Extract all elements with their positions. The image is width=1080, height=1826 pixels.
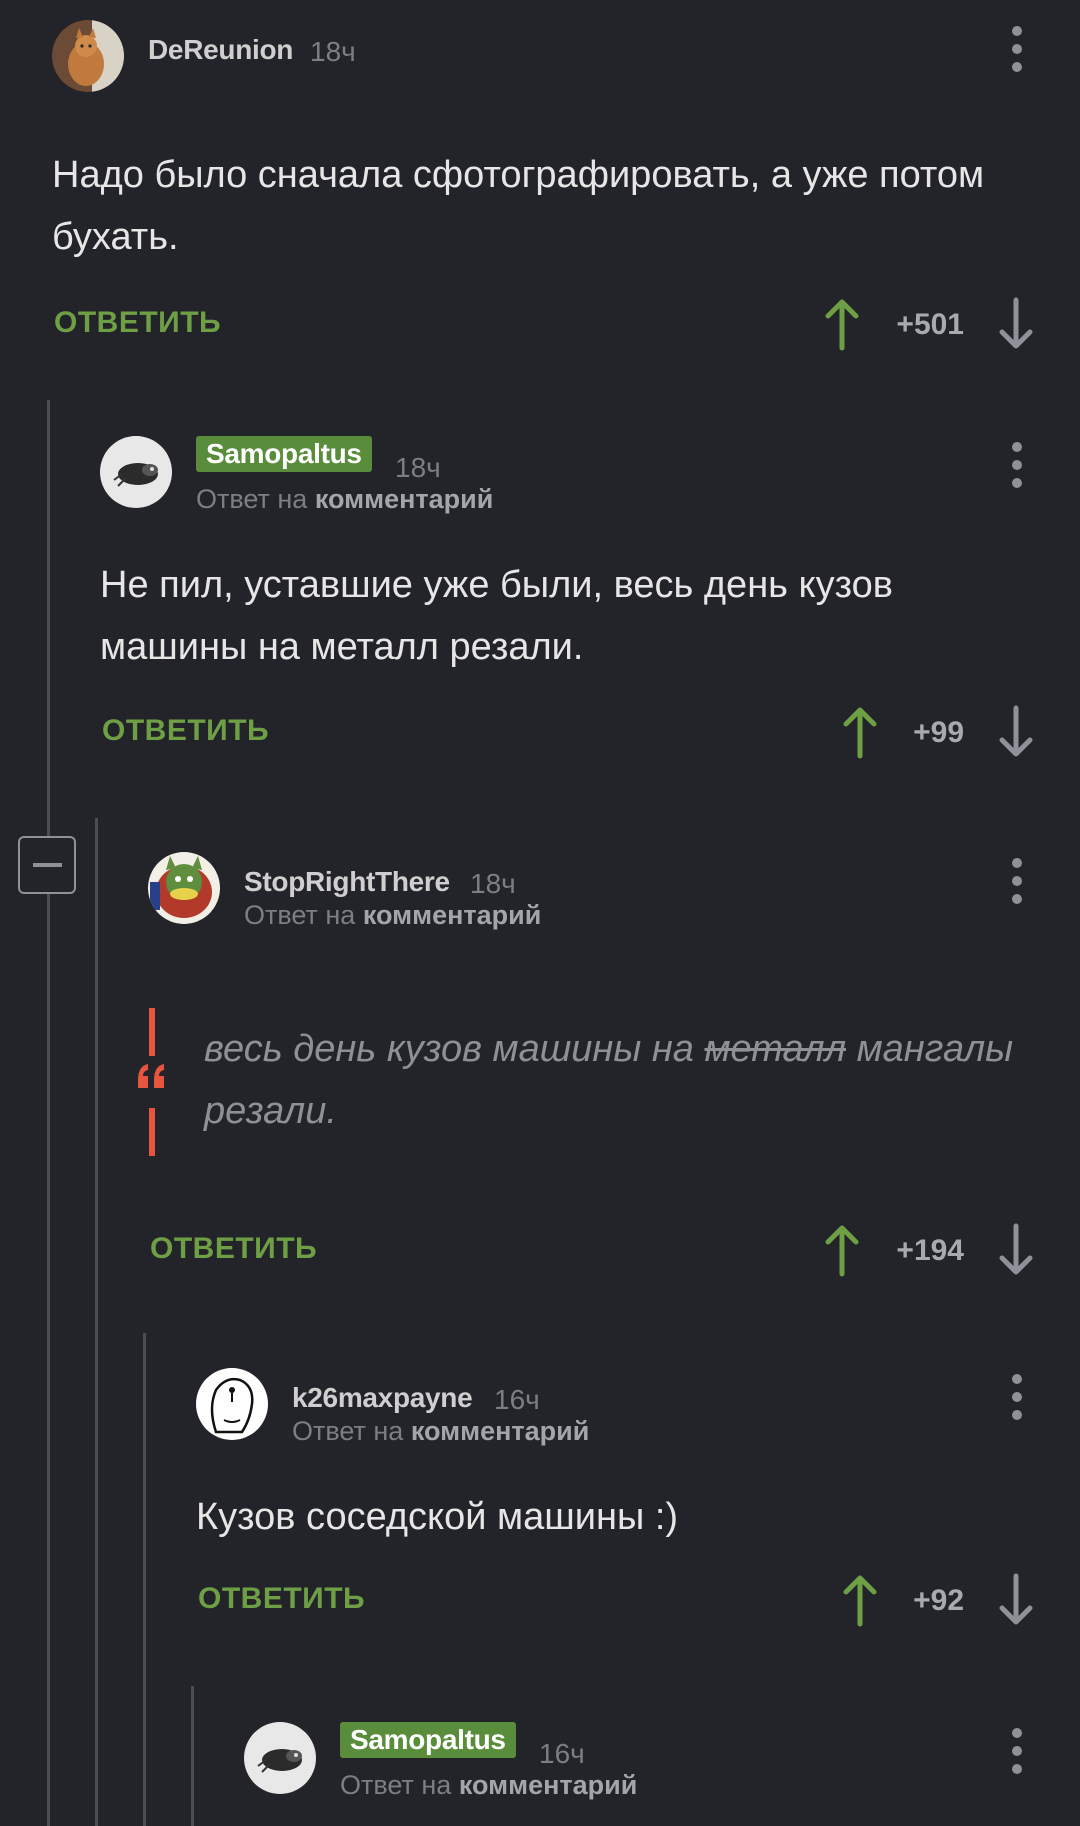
username-badge[interactable]: Samopaltus (340, 1722, 516, 1758)
quote-text: весь день кузов машины на металл мангалы… (204, 1018, 1034, 1142)
quote-icon (138, 1008, 164, 1156)
vote-score: +194 (896, 1234, 964, 1267)
comment: Samopaltus 16ч Ответ на комментарий (244, 1722, 1032, 1802)
comment-time: 18ч (310, 36, 356, 67)
reply-to: Ответ на комментарий (196, 484, 493, 515)
reply-to: Ответ на комментарий (244, 900, 541, 931)
username[interactable]: StopRightThere (244, 866, 450, 898)
thread-line-level-3[interactable] (143, 1333, 146, 1826)
collapse-thread-button[interactable] (18, 836, 76, 894)
avatar[interactable] (148, 852, 220, 924)
avatar[interactable] (100, 436, 172, 508)
arrow-down-icon[interactable] (996, 1222, 1036, 1278)
comment-header: k26maxpayne 16ч Ответ на комментарий (196, 1368, 1032, 1448)
username-badge[interactable]: Samopaltus (196, 436, 372, 472)
more-vertical-icon[interactable] (1004, 1728, 1030, 1774)
avatar[interactable] (244, 1722, 316, 1794)
arrow-up-icon[interactable] (822, 1222, 862, 1278)
comment-time: 16ч (494, 1384, 540, 1415)
reply-to-link[interactable]: комментарий (363, 900, 542, 930)
comment-time: 18ч (470, 868, 516, 899)
comment-text: Надо было сначала сфотографировать, а уж… (52, 154, 985, 258)
arrow-up-icon[interactable] (822, 296, 862, 352)
arrow-down-icon[interactable] (996, 296, 1036, 352)
vote-score: +501 (896, 308, 964, 341)
avatar[interactable] (52, 20, 124, 92)
quote-text-before: весь день кузов машины на (204, 1028, 694, 1070)
more-vertical-icon[interactable] (1004, 26, 1030, 72)
more-vertical-icon[interactable] (1004, 1374, 1030, 1420)
reply-to-link[interactable]: комментарий (411, 1416, 590, 1446)
arrow-up-icon[interactable] (840, 1572, 880, 1628)
comments-page: DeReunion 18ч Надо было сначала сфотогра… (0, 0, 1080, 1826)
more-vertical-icon[interactable] (1004, 442, 1030, 488)
reply-to-prefix: Ответ на (196, 484, 308, 514)
comment-actions: ОТВЕТИТЬ +194 (148, 1222, 1033, 1282)
thread-line-level-1[interactable] (47, 400, 50, 1826)
reply-to-prefix: Ответ на (244, 900, 356, 930)
arrow-down-icon[interactable] (996, 1572, 1036, 1628)
reply-to-link[interactable]: комментарий (315, 484, 494, 514)
comment-actions: ОТВЕТИТЬ +99 (100, 704, 1033, 764)
quote-block: весь день кузов машины на металл мангалы… (138, 1008, 1034, 1162)
comment-header: Samopaltus 16ч Ответ на комментарий (244, 1722, 1032, 1802)
comment-time: 16ч (539, 1738, 585, 1769)
reply-to: Ответ на комментарий (340, 1770, 637, 1801)
vote-score: +92 (913, 1584, 964, 1617)
comment-actions: ОТВЕТИТЬ +501 (52, 296, 1033, 356)
avatar[interactable] (196, 1368, 268, 1440)
reply-to: Ответ на комментарий (292, 1416, 589, 1447)
comment-actions: ОТВЕТИТЬ +92 (196, 1572, 1033, 1632)
more-vertical-icon[interactable] (1004, 858, 1030, 904)
reply-to-link[interactable]: комментарий (459, 1770, 638, 1800)
reply-button[interactable]: ОТВЕТИТЬ (54, 306, 221, 340)
comment: Samopaltus 18ч Ответ на комментарий Не п… (100, 436, 1033, 764)
comment: StopRightThere 18ч Ответ на комментарий … (138, 852, 1034, 1282)
comment-header: StopRightThere 18ч Ответ на комментарий (148, 852, 1032, 932)
comment-time: 18ч (395, 452, 441, 483)
comment-header: Samopaltus 18ч Ответ на комментарий (100, 436, 1032, 516)
quote-text-strike: металл (704, 1028, 847, 1070)
arrow-up-icon[interactable] (840, 704, 880, 760)
comment: DeReunion 18ч Надо было сначала сфотогра… (52, 20, 1033, 356)
comment-header: DeReunion 18ч (52, 20, 1032, 100)
thread-line-level-4[interactable] (191, 1686, 194, 1826)
thread-line-level-2[interactable] (95, 818, 98, 1826)
comment-text: Не пил, уставшие уже были, весь день куз… (100, 564, 893, 668)
arrow-down-icon[interactable] (996, 704, 1036, 760)
comment: k26maxpayne 16ч Ответ на комментарий Куз… (196, 1368, 1033, 1632)
reply-to-prefix: Ответ на (292, 1416, 404, 1446)
reply-to-prefix: Ответ на (340, 1770, 452, 1800)
reply-button[interactable]: ОТВЕТИТЬ (150, 1232, 317, 1266)
comment-text: Кузов соседской машины :) (196, 1496, 679, 1538)
username[interactable]: DeReunion (148, 34, 293, 66)
vote-score: +99 (913, 716, 964, 749)
reply-button[interactable]: ОТВЕТИТЬ (102, 714, 269, 748)
username[interactable]: k26maxpayne (292, 1382, 473, 1414)
reply-button[interactable]: ОТВЕТИТЬ (198, 1582, 365, 1616)
